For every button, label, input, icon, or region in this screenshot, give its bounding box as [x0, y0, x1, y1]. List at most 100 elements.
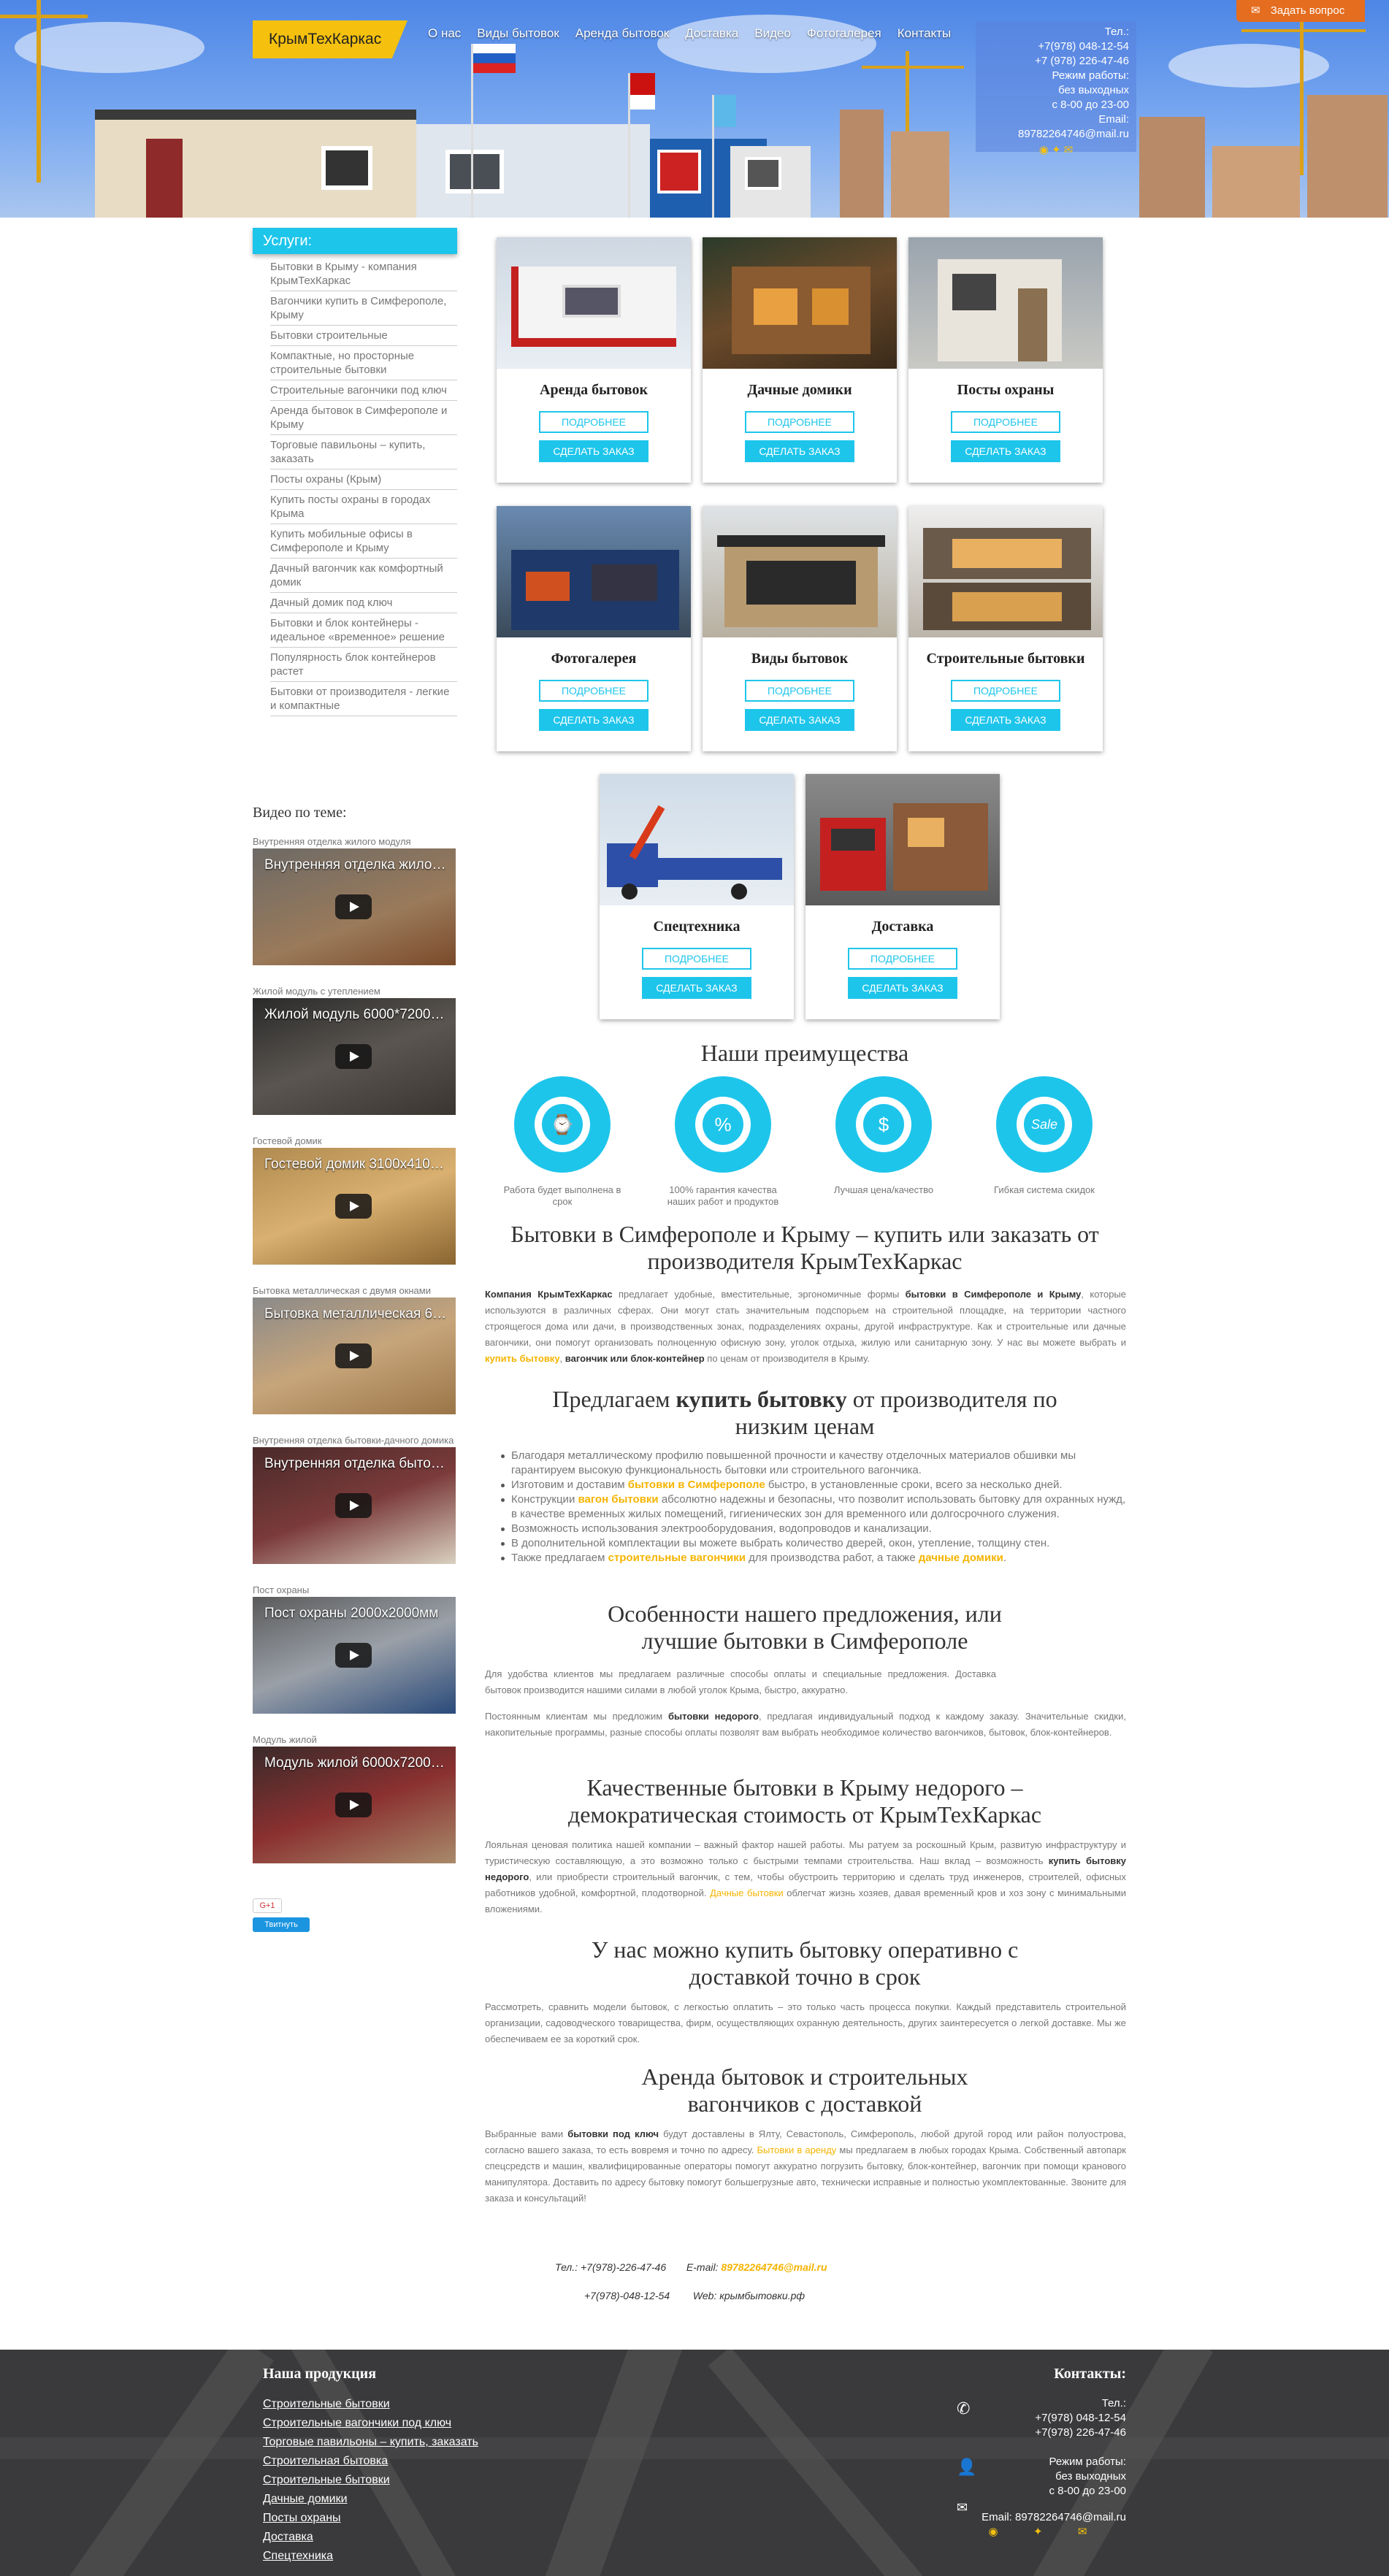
play-icon[interactable] — [335, 1493, 372, 1518]
inline-link[interactable]: строительные вагончики — [608, 1552, 746, 1564]
nav-gallery[interactable]: Фотогалерея — [807, 26, 881, 41]
tweet-button[interactable]: Твитнуть — [253, 1917, 310, 1932]
service-link[interactable]: Купить мобильные офисы в Симферополе и К… — [270, 524, 457, 559]
service-link[interactable]: Вагончики купить в Симферополе, Крыму — [270, 291, 457, 326]
more-button[interactable]: ПОДРОБНЕЕ — [539, 680, 648, 702]
contact-phone[interactable]: +7(978)-048-12-54 — [584, 2290, 670, 2301]
footer-link[interactable]: Строительные бытовки — [263, 2395, 478, 2414]
header-phone-1[interactable]: +7(978) 048-12-54 — [983, 39, 1129, 54]
ask-question-button[interactable]: ✉ Задать вопрос — [1236, 0, 1365, 22]
order-button[interactable]: СДЕЛАТЬ ЗАКАЗ — [745, 440, 854, 462]
order-button[interactable]: СДЕЛАТЬ ЗАКАЗ — [642, 977, 751, 999]
footer-phone-1[interactable]: +7(978) 048-12-54 — [949, 2411, 1126, 2426]
vk-icon[interactable]: ✦ — [1052, 144, 1061, 156]
service-link[interactable]: Посты охраны (Крым) — [270, 469, 457, 490]
ok-icon[interactable]: ◉ — [989, 2526, 998, 2538]
text-bold: бытовки под ключ — [567, 2128, 659, 2139]
service-link[interactable]: Бытовки и блок контейнеры - идеальное «в… — [270, 613, 457, 648]
list-item: Изготовим и доставим бытовки в Симферопо… — [501, 1478, 1128, 1492]
nav-types[interactable]: Виды бытовок — [477, 26, 559, 41]
footer-link[interactable]: Строительные вагончики под ключ — [263, 2414, 478, 2433]
nav-delivery[interactable]: Доставка — [685, 26, 738, 41]
contact-phone[interactable]: +7(978)-226-47-46 — [581, 2261, 666, 2273]
more-button[interactable]: ПОДРОБНЕЕ — [745, 680, 854, 702]
order-button[interactable]: СДЕЛАТЬ ЗАКАЗ — [539, 709, 648, 731]
header-email[interactable]: 89782264746@mail.ru — [983, 127, 1129, 142]
play-icon[interactable] — [335, 1343, 372, 1368]
card-image[interactable] — [600, 774, 794, 905]
play-icon[interactable] — [335, 1643, 372, 1668]
card-image[interactable] — [497, 237, 691, 369]
card-image[interactable] — [497, 506, 691, 637]
video-thumbnail[interactable]: Внутренняя отделка жилого... — [253, 848, 456, 965]
service-link[interactable]: Компактные, но просторные строительные б… — [270, 346, 457, 380]
video-thumbnail[interactable]: Жилой модуль 6000*7200м... — [253, 998, 456, 1115]
more-button[interactable]: ПОДРОБНЕЕ — [951, 680, 1060, 702]
footer-link[interactable]: Посты охраны — [263, 2509, 478, 2528]
footer-link[interactable]: Строительные бытовки — [263, 2471, 478, 2490]
video-thumbnail[interactable]: Гостевой домик 3100х4100м... — [253, 1148, 456, 1265]
service-link[interactable]: Дачный домик под ключ — [270, 593, 457, 613]
inline-link[interactable]: Дачные бытовки — [710, 1887, 784, 1898]
order-button[interactable]: СДЕЛАТЬ ЗАКАЗ — [539, 440, 648, 462]
nav-video[interactable]: Видео — [754, 26, 791, 41]
footer-link[interactable]: Торговые павильоны – купить, заказать — [263, 2433, 478, 2452]
service-link[interactable]: Торговые павильоны – купить, заказать — [270, 435, 457, 469]
header-contact-line: с 8-00 до 23-00 — [1052, 99, 1129, 111]
service-link[interactable]: Купить посты охраны в городах Крыма — [270, 490, 457, 524]
service-link[interactable]: Бытовки от производителя - легкие и комп… — [270, 682, 457, 716]
inline-link[interactable]: бытовки в Симферополе — [628, 1479, 765, 1491]
inline-link[interactable]: купить бытовку — [485, 1353, 560, 1364]
card-image[interactable] — [908, 237, 1103, 369]
card-image[interactable] — [703, 237, 897, 369]
order-button[interactable]: СДЕЛАТЬ ЗАКАЗ — [848, 977, 957, 999]
inline-link[interactable]: Бытовки в аренду — [757, 2144, 836, 2155]
mail-icon[interactable]: ✉ — [1064, 144, 1074, 156]
order-button[interactable]: СДЕЛАТЬ ЗАКАЗ — [745, 709, 854, 731]
service-link[interactable]: Бытовки в Крыму - компания КрымТехКаркас — [270, 257, 457, 291]
footer-email[interactable]: Email: 89782264746@mail.ru — [949, 2510, 1126, 2525]
nav-contacts[interactable]: Контакты — [898, 26, 951, 41]
gplus-button[interactable]: G+1 — [253, 1898, 282, 1913]
footer-phone-2[interactable]: +7(978) 226-47-46 — [949, 2426, 1126, 2440]
ok-icon[interactable]: ◉ — [1039, 144, 1049, 156]
more-button[interactable]: ПОДРОБНЕЕ — [745, 411, 854, 433]
card-title: Строительные бытовки — [926, 651, 1085, 667]
footer-link[interactable]: Спецтехника — [263, 2547, 478, 2566]
play-icon[interactable] — [335, 1044, 372, 1069]
footer-link[interactable]: Строительная бытовка — [263, 2452, 478, 2471]
order-button[interactable]: СДЕЛАТЬ ЗАКАЗ — [951, 709, 1060, 731]
card-image[interactable] — [703, 506, 897, 637]
footer-link[interactable]: Доставка — [263, 2528, 478, 2547]
more-button[interactable]: ПОДРОБНЕЕ — [642, 948, 751, 970]
play-icon[interactable] — [335, 1793, 372, 1817]
footer-link[interactable]: Дачные домики — [263, 2490, 478, 2509]
inline-link[interactable]: вагон бытовки — [578, 1493, 659, 1506]
nav-rent[interactable]: Аренда бытовок — [575, 26, 669, 41]
nav-about[interactable]: О нас — [428, 26, 461, 41]
video-thumbnail[interactable]: Внутренняя отделка бытовк... — [253, 1447, 456, 1564]
vk-icon[interactable]: ✦ — [1033, 2526, 1043, 2538]
video-thumbnail[interactable]: Модуль жилой 6000х7200х2... — [253, 1747, 456, 1863]
more-button[interactable]: ПОДРОБНЕЕ — [539, 411, 648, 433]
service-link[interactable]: Строительные вагончики под ключ — [270, 380, 457, 401]
inline-link[interactable]: дачные домики — [919, 1552, 1003, 1564]
contact-email[interactable]: 89782264746@mail.ru — [721, 2261, 827, 2273]
header-phone-2[interactable]: +7 (978) 226-47-46 — [983, 54, 1129, 69]
play-icon[interactable] — [335, 894, 372, 919]
contact-web[interactable]: крымбытовки.рф — [719, 2290, 805, 2301]
card-image[interactable] — [908, 506, 1103, 637]
more-button[interactable]: ПОДРОБНЕЕ — [951, 411, 1060, 433]
card-image[interactable] — [806, 774, 1000, 905]
service-link[interactable]: Дачный вагончик как комфортный домик — [270, 559, 457, 593]
service-link[interactable]: Популярность блок контейнеров растет — [270, 648, 457, 682]
play-icon[interactable] — [335, 1194, 372, 1219]
more-button[interactable]: ПОДРОБНЕЕ — [848, 948, 957, 970]
service-link[interactable]: Аренда бытовок в Симферополе и Крыму — [270, 401, 457, 435]
mail-icon[interactable]: ✉ — [1078, 2526, 1087, 2538]
video-thumbnail[interactable]: Бытовка металлическая 60... — [253, 1297, 456, 1414]
video-thumbnail[interactable]: Пост охраны 2000х2000мм — [253, 1597, 456, 1714]
service-link[interactable]: Бытовки строительные — [270, 326, 457, 346]
order-button[interactable]: СДЕЛАТЬ ЗАКАЗ — [951, 440, 1060, 462]
site-logo[interactable]: КрымТехКаркас — [253, 20, 407, 58]
